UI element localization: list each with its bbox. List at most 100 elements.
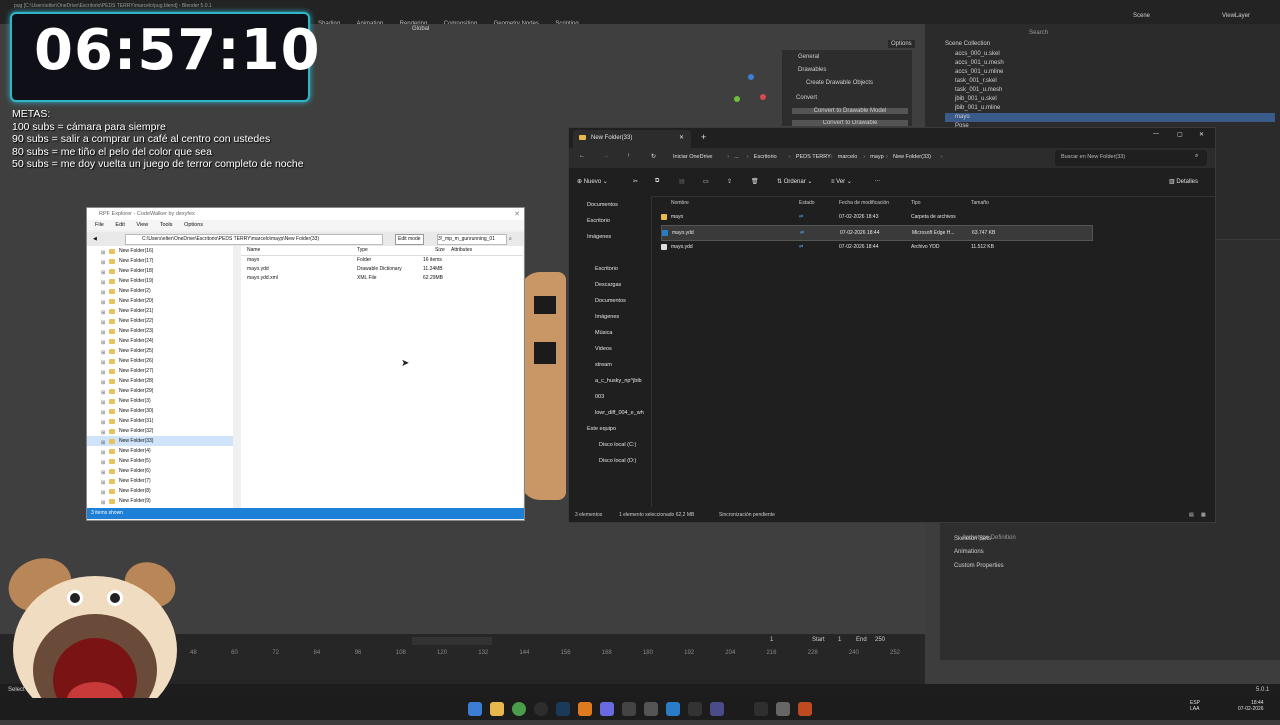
convert-to-drawable-model-button[interactable]: Convert to Drawable Model — [792, 108, 908, 114]
forward-arrow-icon[interactable]: → — [603, 153, 609, 159]
rpf-tree-item[interactable]: ⊞ New Folder(17) — [87, 256, 233, 266]
copy-icon[interactable]: ⧉ — [655, 178, 659, 185]
breadcrumb-item[interactable]: marcelo — [838, 154, 858, 160]
nav-item[interactable]: Disco local (D:) — [599, 458, 636, 464]
col-tamano[interactable]: Tamaño — [971, 196, 989, 210]
rpf-tree-item[interactable]: ⊞ New Folder(27) — [87, 366, 233, 376]
rpf-menu-file[interactable]: File — [95, 222, 104, 228]
rpf-path-input[interactable]: C:\Users\elter\OneDrive\Escritorio\PEDS … — [125, 234, 383, 245]
rpf-tree-item[interactable]: ⊞ New Folder(24) — [87, 336, 233, 346]
breadcrumb-item[interactable]: mayp — [870, 154, 883, 160]
n-panel-general[interactable]: General — [798, 54, 819, 60]
scene-collection[interactable]: Scene Collection — [945, 41, 990, 47]
paste-icon[interactable]: ▤ — [679, 178, 685, 185]
steam-icon[interactable] — [556, 702, 570, 716]
col-size[interactable]: Size — [435, 246, 445, 255]
explorer-file-row[interactable]: mayo.ydd 07-02-2026 18:44 Microsoft Edge H… — [661, 225, 1093, 241]
col-attributes[interactable]: Attributes — [451, 246, 472, 255]
convert-to-drawable-button[interactable]: Convert to Drawable — [792, 120, 908, 126]
rpf-tree-item[interactable]: ⊞ New Folder(29) — [87, 386, 233, 396]
nav-item[interactable]: stream — [595, 362, 612, 368]
rpf-tree-item[interactable]: ⊞ New Folder(6) — [87, 466, 233, 476]
nav-item[interactable]: Imágenes — [595, 314, 619, 320]
rpf-menu-view[interactable]: View — [136, 222, 148, 228]
col-tipo[interactable]: Tipo — [911, 196, 921, 210]
window-close-icon[interactable]: ✕ — [1199, 131, 1204, 138]
scene-selector[interactable]: Scene — [1133, 13, 1150, 19]
create-drawable-objects-button[interactable]: Create Drawable Objects — [806, 80, 873, 86]
breadcrumb-item[interactable]: New Folder(33) — [893, 154, 931, 160]
view-layer-selector[interactable]: ViewLayer — [1222, 13, 1250, 19]
blender-icon[interactable] — [578, 702, 592, 716]
rpf-tree-item[interactable]: ⊞ New Folder(32) — [87, 426, 233, 436]
details-button[interactable]: ▥ Detalles — [1169, 178, 1198, 185]
col-fecha[interactable]: Fecha de modificación — [839, 196, 889, 210]
new-button[interactable]: ⊕ Nuevo ⌄ — [577, 178, 608, 185]
tiles-view-icon[interactable]: ▦ — [1201, 508, 1206, 522]
cut-icon[interactable]: ✂ — [633, 178, 638, 185]
rpf-search-input[interactable]: 3!_mp_m_gunrunning_01 — [437, 234, 507, 245]
nav-item[interactable]: Escritorio — [595, 266, 618, 272]
minimize-icon[interactable]: — — [1153, 131, 1159, 137]
delete-icon[interactable]: 🗑 — [751, 178, 759, 185]
details-view-icon[interactable]: ▤ — [1189, 508, 1194, 522]
transform-orientation[interactable]: Global — [412, 26, 429, 32]
nav-item[interactable]: lowr_diff_004_e_wh — [595, 410, 644, 416]
skeleton-sets[interactable]: Skeleton Sets — [954, 536, 991, 542]
custom-properties[interactable]: Custom Properties — [954, 563, 1004, 569]
rpf-menu-options[interactable]: Options — [184, 222, 203, 228]
nav-item[interactable]: 003 — [595, 394, 604, 400]
rpf-file-row[interactable]: mayo.ydd Drawable Dictionary 11.24MB — [241, 265, 523, 274]
breadcrumb-item[interactable]: PEDS TERRY — [796, 154, 831, 160]
rpf-tree-item[interactable]: ⊞ New Folder(4) — [87, 446, 233, 456]
rename-icon[interactable]: ▭ — [703, 178, 709, 185]
rpf-tree-item[interactable]: ⊞ New Folder(9) — [87, 496, 233, 506]
breadcrumb-item[interactable]: Iniciar OneDrive — [673, 154, 712, 160]
playback-controls[interactable] — [412, 637, 492, 645]
rpf-tree-item[interactable]: ⊞ New Folder(21) — [87, 306, 233, 316]
view-button[interactable]: ≡ Ver ⌄ — [831, 178, 852, 185]
rpf-tree-item[interactable]: ⊞ New Folder(7) — [87, 476, 233, 486]
n-panel-convert[interactable]: Convert — [796, 95, 817, 101]
back-arrow-icon[interactable]: ← — [579, 153, 585, 159]
outliner-item[interactable]: mayo — [945, 113, 1275, 122]
rpf-tree-item[interactable]: ⊞ New Folder(26) — [87, 356, 233, 366]
nav-item[interactable]: a_c_husky_np^jbib — [595, 378, 642, 384]
n-panel-drawables[interactable]: Drawables — [798, 67, 826, 73]
col-name[interactable]: Name — [247, 246, 260, 255]
discord-icon[interactable] — [600, 702, 614, 716]
brave-icon[interactable] — [798, 702, 812, 716]
explorer-file-row[interactable]: mayo 07-02-2026 18:43 Carpeta de archivos ⇄ — [661, 210, 1091, 224]
expand-icon[interactable]: ⊞ — [101, 498, 105, 508]
rpf-tree-item[interactable]: ⊞ New Folder(18) — [87, 266, 233, 276]
outliner-item[interactable]: accs_001_u.mline — [945, 68, 1275, 77]
nav-item[interactable]: Documentos — [595, 298, 626, 304]
codewalker-icon[interactable] — [622, 702, 636, 716]
rpf-file-row[interactable]: mayo Folder 16 items — [241, 256, 523, 265]
outliner-item[interactable]: jbib_001_u.mline — [945, 104, 1275, 113]
rpf-tree-item[interactable]: ⊞ New Folder(19) — [87, 276, 233, 286]
nav-item[interactable]: Documentos — [587, 202, 618, 208]
explorer-tab[interactable]: New Folder(33) ✕ — [573, 130, 691, 148]
rpf-tree-item[interactable]: ⊞ New Folder(28) — [87, 376, 233, 386]
more-options-button[interactable]: ... — [875, 177, 880, 183]
obs-icon[interactable] — [534, 702, 548, 716]
nav-item[interactable]: Descargas — [595, 282, 621, 288]
rpf-menu-edit[interactable]: Edit — [115, 222, 124, 228]
rpf-menu-tools[interactable]: Tools — [160, 222, 173, 228]
nav-item[interactable]: Videos — [595, 346, 612, 352]
rpf-tree-item[interactable]: ⊞ New Folder(16) — [87, 246, 233, 256]
frame-ruler[interactable]: 48 60 72 84 96 108 120 132 144 156 168 180 192 204 216… — [190, 650, 920, 660]
visual-studio-icon[interactable] — [710, 702, 724, 716]
maximize-icon[interactable]: ▢ — [1177, 131, 1183, 138]
rpf-tree-item[interactable]: ⊞ New Folder(33) — [87, 436, 233, 446]
outliner-item[interactable]: task_001_r.skel — [945, 77, 1275, 86]
navigation-gizmo[interactable] — [730, 70, 770, 110]
edit-mode-button[interactable]: Edit mode — [395, 234, 424, 245]
outliner-item[interactable]: accs_001_u.mesh — [945, 59, 1275, 68]
explorer-file-row[interactable]: mayo.ydd 07-02-2026 18:44 Archivo YDD 11.51… — [661, 240, 1091, 254]
rpf-tree-item[interactable]: ⊞ New Folder(25) — [87, 346, 233, 356]
col-type[interactable]: Type — [357, 246, 368, 255]
col-nombre[interactable]: Nombre — [671, 196, 689, 210]
tab-close-icon[interactable]: ✕ — [679, 134, 684, 141]
